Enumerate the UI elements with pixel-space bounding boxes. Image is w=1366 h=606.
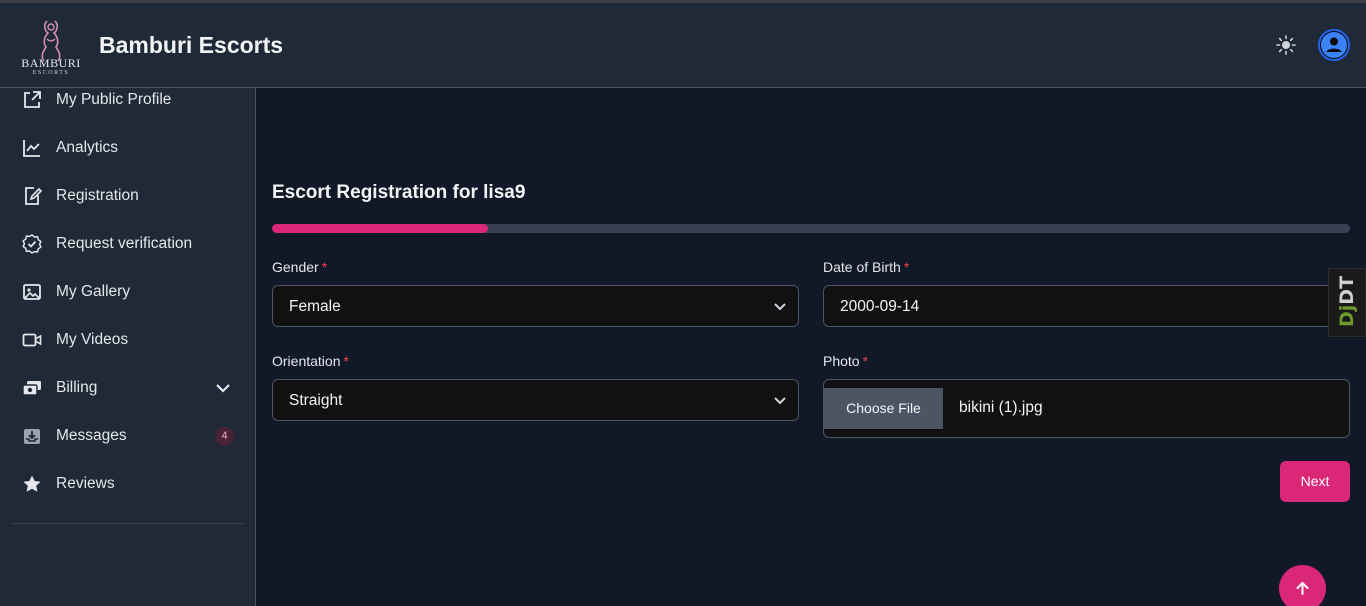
chevron-down-icon [216,384,230,393]
money-icon [22,381,41,396]
sidebar: My Public Profile Analytics Registration… [0,88,256,606]
date-of-birth-field[interactable]: 2000-09-14 [823,285,1350,327]
orientation-select-value: Straight [289,392,343,409]
photo-label: Photo * [823,353,868,369]
scroll-to-top-button[interactable] [1279,565,1326,606]
inbox-icon [24,429,40,444]
sidebar-item-registration[interactable]: Registration [0,176,255,216]
sidebar-divider [12,523,244,524]
verified-badge-icon [22,234,42,254]
star-icon [23,475,41,492]
dob-label-text: Date of Birth [823,259,901,275]
sidebar-item-label: Request verification [56,235,193,252]
image-icon [23,284,41,300]
debug-toolbar-suffix: DT [1336,275,1358,305]
selected-file-name: bikini (1).jpg [959,399,1043,416]
sidebar-item-request-verification[interactable]: Request verification [0,224,255,264]
sidebar-item-gallery[interactable]: My Gallery [0,272,255,312]
debug-toolbar-prefix: Dj [1336,304,1358,327]
user-icon [1321,32,1347,58]
sidebar-item-messages[interactable]: Messages 4 [0,416,255,456]
sidebar-item-label: Messages [56,427,127,444]
sidebar-item-label: My Public Profile [56,91,172,108]
page-title: Escort Registration for lisa9 [272,182,526,203]
debug-toolbar-handle[interactable]: DjDT [1328,268,1366,337]
required-marker: * [862,353,869,369]
next-button[interactable]: Next [1280,461,1350,502]
sidebar-item-videos[interactable]: My Videos [0,320,255,360]
debug-toolbar-label: DjDT [1336,276,1358,327]
date-of-birth-value: 2000-09-14 [840,298,920,315]
required-marker: * [903,259,910,275]
photo-file-input: Choose File bikini (1).jpg [823,379,1350,438]
dob-label: Date of Birth * [823,259,909,275]
main-content: Escort Registration for lisa9 Gender * Fe… [256,88,1366,606]
choose-file-button[interactable]: Choose File [824,388,943,429]
sidebar-item-label: Reviews [56,475,115,492]
photo-label-text: Photo [823,353,860,369]
sidebar-item-analytics[interactable]: Analytics [0,128,255,168]
theme-toggle-button[interactable] [1275,34,1297,56]
user-avatar-button[interactable] [1318,29,1350,61]
logo-subtitle: ESCORTS [32,70,70,76]
required-marker: * [321,259,328,275]
arrow-up-icon [1296,581,1309,595]
sidebar-item-billing[interactable]: Billing [0,368,255,408]
gender-select[interactable]: Female [272,285,799,327]
chevron-down-icon [774,303,786,311]
sidebar-item-label: My Gallery [56,283,131,300]
orientation-label-text: Orientation [272,353,341,369]
sidebar-item-label: Billing [56,379,98,396]
messages-count-badge: 4 [215,427,234,446]
sun-icon [1276,35,1296,55]
gender-label-text: Gender [272,259,319,275]
sidebar-item-label: My Videos [56,331,129,348]
chevron-down-icon [774,397,786,405]
sidebar-item-reviews[interactable]: Reviews [0,464,255,504]
site-title[interactable]: Bamburi Escorts [99,32,283,59]
edit-document-icon [25,187,42,205]
line-chart-icon [23,140,40,157]
orientation-select[interactable]: Straight [272,379,799,421]
gender-select-value: Female [289,298,341,315]
sidebar-item-label: Registration [56,187,139,204]
gender-label: Gender * [272,259,327,275]
video-icon [22,333,42,347]
sidebar-item-label: Analytics [56,139,119,156]
logo-wordmark: BAMBURI [21,56,81,70]
registration-progress-bar [272,224,1350,233]
progress-fill [272,224,488,233]
sidebar-item-public-profile[interactable]: My Public Profile [0,80,255,120]
external-link-icon [24,91,41,108]
required-marker: * [343,353,349,369]
site-logo[interactable]: BAMBURI ESCORTS [17,17,85,79]
orientation-label: Orientation * [272,353,349,369]
top-header: BAMBURI ESCORTS Bamburi Escorts [0,3,1366,88]
